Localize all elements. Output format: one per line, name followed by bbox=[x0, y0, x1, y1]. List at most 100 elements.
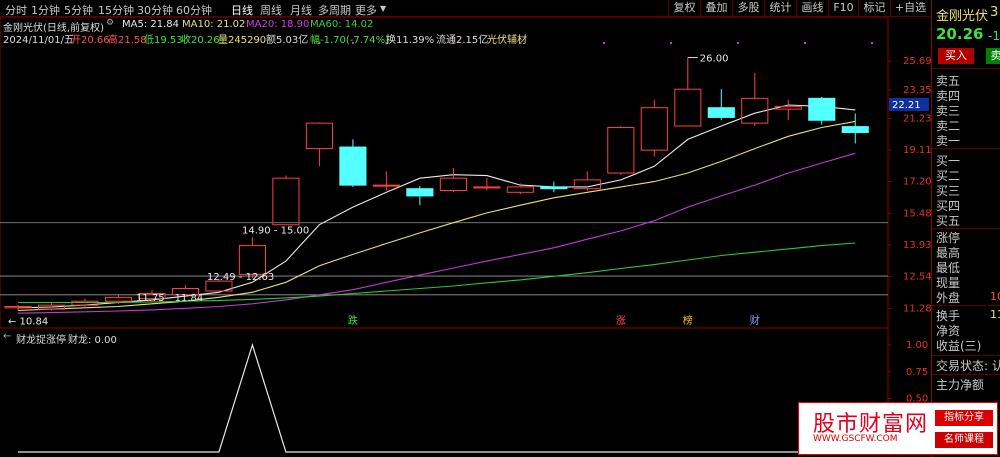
high-mark-label: 26.00 bbox=[700, 54, 729, 65]
signal-dot bbox=[804, 42, 807, 44]
watermark-url: WWW.GSCFW.COM bbox=[813, 434, 898, 444]
candle-body bbox=[372, 184, 400, 187]
indicator-title[interactable]: 财龙捉涨停 bbox=[16, 331, 66, 346]
ma20-label: MA20: 18.90 bbox=[246, 19, 310, 30]
candle-body bbox=[439, 177, 467, 191]
sell-button[interactable]: 卖 bbox=[986, 48, 1000, 64]
candle-body bbox=[339, 146, 367, 186]
watermark-tag-courses: 名师课程 bbox=[935, 432, 993, 448]
signal-dot bbox=[670, 42, 673, 44]
bar-close: 收20.26 bbox=[181, 35, 220, 46]
bar-turnover: 换11.39% bbox=[386, 35, 435, 46]
f10-button[interactable]: F10 bbox=[828, 0, 858, 17]
bar-volume: 量245290 bbox=[218, 35, 267, 46]
overlay-button[interactable]: 叠加 bbox=[700, 0, 732, 17]
tab-more[interactable]: 更多 bbox=[355, 2, 377, 18]
tab-multi-period[interactable]: 多周期 bbox=[318, 2, 351, 18]
indicator-value: 财龙: 0.00 bbox=[68, 335, 117, 346]
settings-icon[interactable]: ⚙ bbox=[106, 18, 114, 28]
tab-daily[interactable]: 日线 bbox=[231, 2, 253, 18]
multi-stock-button[interactable]: 多股 bbox=[732, 0, 764, 17]
more-dropdown-icon[interactable]: ▼ bbox=[380, 4, 386, 13]
buy-level-5: 买五 bbox=[936, 214, 961, 228]
bar-amount: 额5.03亿 bbox=[266, 35, 309, 46]
y-axis-label: 19.11 bbox=[903, 145, 931, 156]
bar-float-shares: 流通2.15亿 bbox=[436, 35, 489, 46]
candle-body bbox=[607, 126, 635, 174]
indicator-y-label: 1.00 bbox=[906, 340, 928, 351]
y-axis-label: 11.28 bbox=[903, 303, 931, 314]
quote-panel: 金刚光伏 3 20.26 -1.7 买入 卖 卖五 卖四 卖三 卖二 卖一 买一… bbox=[931, 0, 1000, 457]
sell-level-1: 卖一 bbox=[936, 134, 961, 148]
ma-line-ma20 bbox=[17, 152, 856, 314]
outer-volume-label: 外盘 bbox=[936, 291, 961, 305]
turnover-value: 11 bbox=[990, 308, 1000, 321]
range-label-2: 12.49 - 12.63 bbox=[207, 272, 274, 283]
candle-body bbox=[808, 97, 836, 121]
add-watchlist-button[interactable]: +自选 bbox=[890, 0, 930, 17]
event-marker: 跌 bbox=[348, 314, 358, 327]
trade-status: 交易状态: 认 bbox=[936, 359, 1000, 373]
candle-body bbox=[841, 126, 869, 133]
tab-weekly[interactable]: 周线 bbox=[260, 2, 282, 18]
indicator-close-icon[interactable]: ← bbox=[3, 331, 11, 342]
y-axis-label: 21.23 bbox=[903, 113, 931, 124]
quote-price: 20.26 bbox=[936, 25, 984, 43]
candle-body bbox=[674, 88, 702, 127]
candle-body bbox=[104, 296, 133, 302]
bar-date: 2024/11/01/五 bbox=[3, 35, 75, 46]
quote-stock-code: 3 bbox=[990, 5, 999, 20]
tab-30min[interactable]: 30分钟 bbox=[137, 2, 173, 18]
y-axis-label: 12.54 bbox=[903, 272, 931, 283]
ma10-label: MA10: 21.02 bbox=[182, 19, 246, 30]
signal-dot bbox=[871, 42, 873, 44]
y-axis-label: 17.20 bbox=[903, 177, 931, 188]
buy-button[interactable]: 买入 bbox=[938, 48, 974, 64]
y-axis-label: 23.35 bbox=[903, 85, 931, 96]
eps-label: 收益(三) bbox=[936, 339, 982, 353]
quote-stock-name: 金刚光伏 bbox=[936, 9, 989, 24]
candle-body bbox=[272, 177, 300, 226]
event-marker: 榜 bbox=[683, 314, 693, 327]
tab-5min[interactable]: 5分钟 bbox=[64, 2, 93, 18]
site-watermark: 股市财富网 WWW.GSCFW.COM 指标分享 名师课程 bbox=[798, 402, 998, 455]
y-axis-label: 13.93 bbox=[903, 240, 931, 251]
outer-volume-value: 10 bbox=[990, 290, 1000, 303]
mark-button[interactable]: 标记 bbox=[858, 0, 890, 17]
ma-line-ma10 bbox=[17, 120, 856, 312]
quote-change: -1.7 bbox=[988, 29, 1000, 43]
period-toolbar: 分时 1分钟 5分钟 15分钟 30分钟 60分钟 日线 周线 月线 多周期 更… bbox=[0, 0, 930, 17]
tab-1min[interactable]: 1分钟 bbox=[31, 2, 60, 18]
adjust-button[interactable]: 复权 bbox=[668, 0, 700, 17]
kline-chart[interactable]: 25.69 23.35 21.23 19.11 17.20 15.48 13.93 12.54… bbox=[0, 0, 931, 457]
candle-body bbox=[473, 186, 501, 189]
range-label-3: 11.75 - 11.84 bbox=[136, 293, 203, 304]
concept-tag[interactable]: 光伏辅材 bbox=[487, 31, 527, 46]
tab-15min[interactable]: 15分钟 bbox=[98, 2, 134, 18]
candle-body bbox=[707, 107, 735, 118]
ma60-label: MA60: 14.02 bbox=[310, 19, 374, 30]
price-pane-border bbox=[0, 16, 889, 329]
tab-timeshare[interactable]: 分时 bbox=[5, 2, 27, 18]
indicator-line bbox=[18, 342, 856, 453]
tab-60min[interactable]: 60分钟 bbox=[176, 2, 212, 18]
low-mark-label: ← 10.84 bbox=[8, 316, 48, 327]
bar-change: 幅-1.70(-7.74%) bbox=[310, 35, 390, 46]
draw-line-button[interactable]: 画线 bbox=[796, 0, 828, 17]
statistics-button[interactable]: 统计 bbox=[764, 0, 796, 17]
signal-dot bbox=[603, 42, 606, 44]
event-marker: 涨 bbox=[616, 315, 626, 327]
range-label-1: 14.90 - 15.00 bbox=[242, 226, 309, 237]
candle-body bbox=[305, 122, 333, 150]
bar-open: 开20.66 bbox=[71, 35, 110, 46]
y-axis-label: 25.69 bbox=[903, 56, 931, 67]
signal-dot bbox=[737, 42, 740, 44]
bar-low: 低19.53 bbox=[144, 35, 183, 46]
candle-body bbox=[540, 186, 568, 190]
tab-monthly[interactable]: 月线 bbox=[290, 2, 312, 18]
candle-body bbox=[406, 188, 434, 197]
ma5-label: MA5: 21.84 bbox=[122, 19, 180, 30]
indicator-y-label: 0.75 bbox=[906, 367, 928, 378]
price-tag-label: 22.21 bbox=[892, 100, 921, 111]
candle-body bbox=[640, 107, 668, 151]
